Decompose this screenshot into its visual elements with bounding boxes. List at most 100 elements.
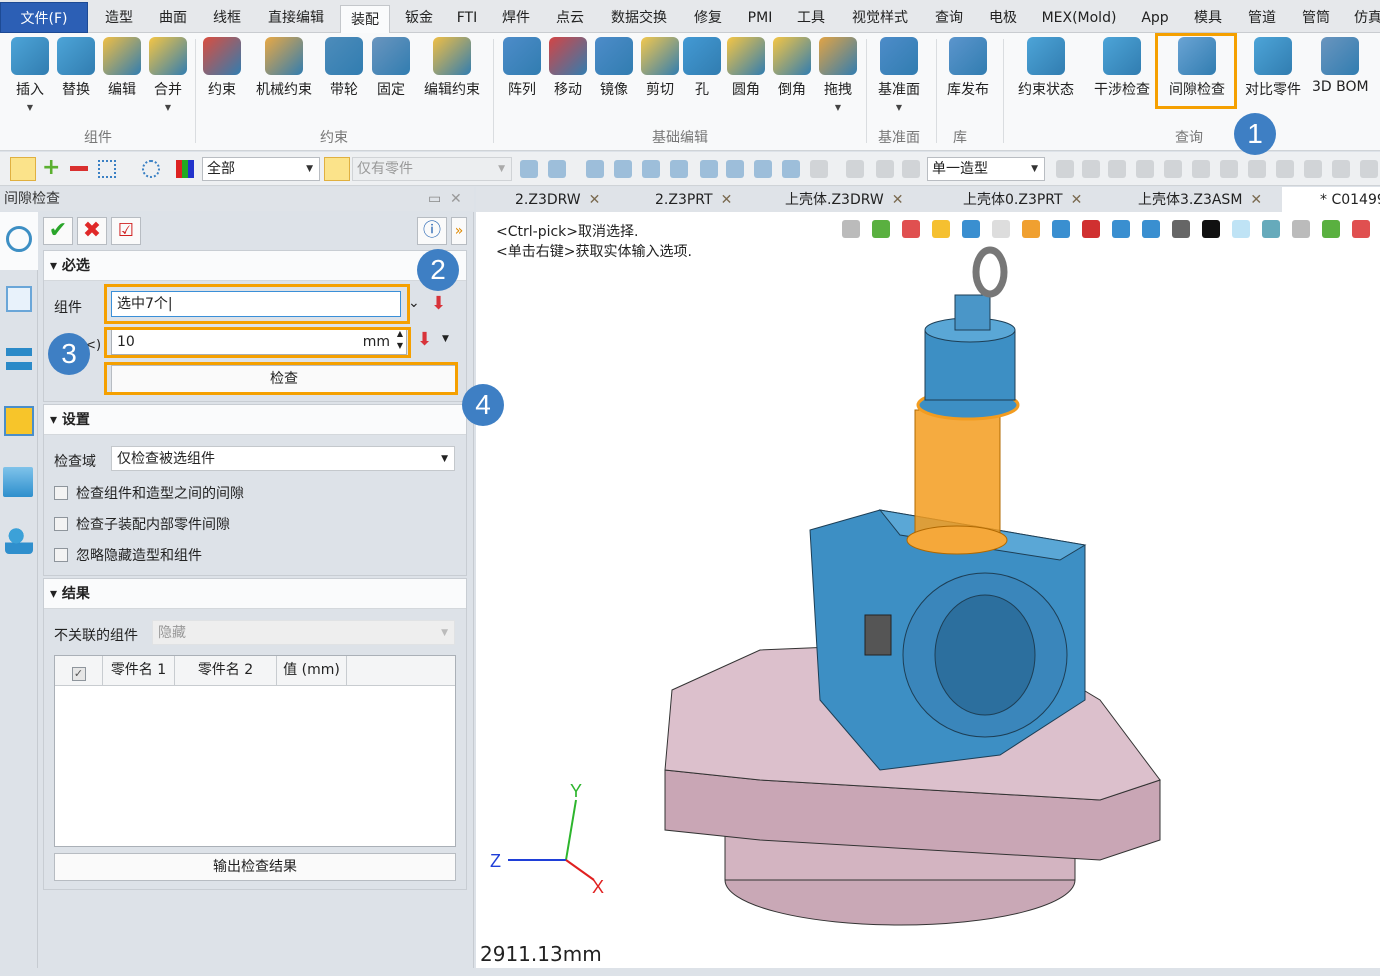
ok-button[interactable]: ✔ [43,217,73,245]
close-tab-icon[interactable]: ✕ [721,192,733,208]
pick-gap-icon[interactable]: ⬇ [417,329,432,350]
toolbar-tool-icon[interactable] [614,160,632,178]
document-tab[interactable]: 2.Z3PRT ✕ [655,187,732,212]
export-results-button[interactable]: 输出检查结果 [54,853,456,881]
document-tab[interactable]: 上壳体.Z3DRW ✕ [785,187,903,212]
option-ignore-hidden[interactable]: 忽略隐藏造型和组件 [54,545,202,565]
clearance-tool-icon[interactable] [0,212,38,270]
toolbar-tool-icon[interactable] [1056,160,1074,178]
toolbar-tool-icon[interactable] [1136,160,1154,178]
toolbar-tool-icon[interactable] [586,160,604,178]
toolbar-tool-icon[interactable] [1304,160,1322,178]
results-header[interactable]: ▾ 结果 [44,579,466,609]
dropdown-arrow-icon[interactable]: ▼ [140,103,196,112]
toolbar-tool-icon[interactable] [642,160,660,178]
menu-tab-8[interactable]: 点云 [556,0,584,33]
dropdown-arrow-icon[interactable]: ▼ [2,103,58,112]
toolbar-tool-icon[interactable] [782,160,800,178]
document-tab[interactable]: 上壳体3.Z3ASM ✕ [1138,187,1262,212]
add-icon[interactable]: + [42,157,60,179]
user-icon[interactable] [5,528,33,554]
required-header[interactable]: ▾ 必选 [44,251,466,281]
close-tab-icon[interactable]: ✕ [892,192,904,208]
toolbar-tool-icon[interactable] [846,160,864,178]
select-all-checkbox[interactable]: ✓ [55,656,103,685]
toolbar-tool-icon[interactable] [754,160,772,178]
ribbon-merge-button[interactable]: 合并 ▼ [140,37,196,112]
3d-viewport[interactable]: <Ctrl-pick>取消选择. <单击右键>获取实体输入选项. Y Z X 2… [476,212,1380,968]
part-filter-icon[interactable] [324,157,350,181]
settings-header[interactable]: ▾ 设置 [44,405,466,435]
part-filter-select[interactable]: 仅有零件 ▼ [352,157,512,181]
toolbar-tool-icon[interactable] [902,160,920,178]
menu-tab-2[interactable]: 线框 [213,0,241,33]
menu-tab-5[interactable]: 钣金 [405,0,433,33]
apply-button[interactable]: ☑ [111,217,141,245]
ribbon-fix-button[interactable]: 固定 [363,37,419,99]
menu-tab-10[interactable]: 修复 [694,0,722,33]
ribbon-compare-parts-button[interactable]: 对比零件 [1245,37,1301,99]
ribbon-library-publish-button[interactable]: 库发布 [940,37,996,99]
checkbox[interactable] [54,486,68,500]
document-tab[interactable]: 上壳体0.Z3PRT ✕ [963,187,1082,212]
menu-tab-6[interactable]: FTI [457,0,478,33]
image-icon[interactable] [3,467,33,497]
close-tab-icon[interactable]: ✕ [589,192,601,208]
menu-tab-0[interactable]: 造型 [105,0,133,33]
ribbon-constraint-button[interactable]: 约束 [194,37,250,99]
cancel-button[interactable]: ✖ [77,217,107,245]
menu-tab-19[interactable]: 管道 [1248,0,1276,33]
toolbar-tool-icon[interactable] [1164,160,1182,178]
checkbox[interactable] [54,517,68,531]
restore-icon[interactable]: ▭ [428,187,441,211]
ribbon-interference-check-button[interactable]: 干涉检查 [1094,37,1150,99]
toolbar-tool-icon[interactable] [1192,160,1210,178]
menu-tab-7[interactable]: 焊件 [502,0,530,33]
menu-tab-14[interactable]: 查询 [935,0,963,33]
toolbar-tool-icon[interactable] [548,160,566,178]
checkbox[interactable] [54,548,68,562]
menu-tab-17[interactable]: App [1141,0,1168,33]
close-tab-icon[interactable]: ✕ [1250,192,1262,208]
box-select-icon[interactable] [98,160,116,178]
part-view-icon[interactable] [4,406,34,436]
pick-select-icon[interactable] [10,157,36,181]
toolbar-tool-icon[interactable] [1276,160,1294,178]
toolbar-tool-icon[interactable] [700,160,718,178]
ribbon-mechanical-constraint-button[interactable]: 机械约束 [256,37,312,99]
document-tab[interactable]: * C01499 [1282,187,1380,212]
menu-tab-12[interactable]: 工具 [797,0,825,33]
filter-icon[interactable] [176,160,194,178]
menu-tab-20[interactable]: 管筒 [1302,0,1330,33]
close-panel-icon[interactable]: ✕ [450,187,462,211]
toolbar-tool-icon[interactable] [1108,160,1126,178]
toolbar-tool-icon[interactable] [520,160,538,178]
unrelated-select[interactable]: 隐藏 ▼ [152,620,455,645]
toolbar-tool-icon[interactable] [1082,160,1100,178]
dropdown-arrow-icon[interactable]: ▼ [442,334,449,344]
menu-tab-15[interactable]: 电极 [989,0,1017,33]
mode-select[interactable]: 单一造型 ▼ [927,157,1045,181]
close-tab-icon[interactable]: ✕ [1071,192,1083,208]
column-value[interactable]: 值 (mm) [277,656,347,685]
ribbon-edit-constraint-button[interactable]: 编辑约束 [424,37,480,99]
expand-panel-button[interactable]: » [451,217,467,245]
ribbon-constraint-status-button[interactable]: 约束状态 [1018,37,1074,99]
assembly-tree-icon[interactable] [6,286,32,312]
option-component-shape[interactable]: 检查组件和造型之间的间隙 [54,483,244,503]
menu-tab-4[interactable]: 装配 [340,5,390,34]
toolbar-tool-icon[interactable] [1360,160,1378,178]
info-button[interactable]: ⓘ [417,217,447,245]
document-tab[interactable]: 2.Z3DRW ✕ [515,187,600,212]
menu-tab-1[interactable]: 曲面 [159,0,187,33]
menu-tab-16[interactable]: MEX(Mold) [1042,0,1117,33]
lasso-select-icon[interactable] [142,160,160,178]
toolbar-tool-icon[interactable] [670,160,688,178]
ribbon-bom-button[interactable]: 3D BOM [1312,37,1369,95]
dropdown-arrow-icon[interactable]: ▼ [810,103,866,112]
toolbar-tool-icon[interactable] [1332,160,1350,178]
filter-select[interactable]: 全部 ▼ [202,157,320,181]
menu-tab-21[interactable]: 仿真 [1354,0,1380,33]
dropdown-arrow-icon[interactable]: ▼ [871,103,927,112]
menu-tab-11[interactable]: PMI [748,0,773,33]
